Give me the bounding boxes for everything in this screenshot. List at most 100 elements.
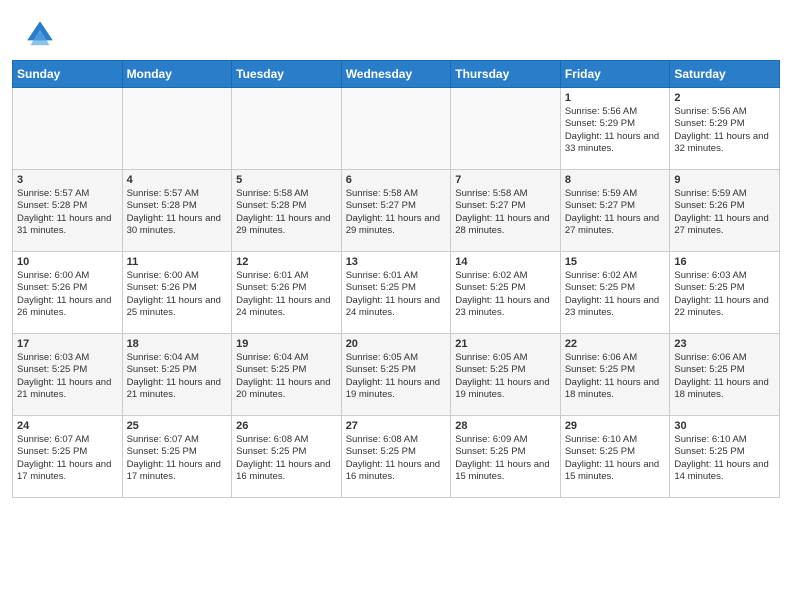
day-number: 4 (127, 174, 228, 186)
day-number: 14 (455, 256, 556, 268)
cell-info: Sunrise: 6:05 AMSunset: 5:25 PMDaylight:… (346, 352, 447, 401)
header (0, 0, 792, 60)
col-monday: Monday (122, 61, 232, 88)
day-number: 2 (674, 92, 775, 104)
calendar-cell: 18Sunrise: 6:04 AMSunset: 5:25 PMDayligh… (122, 334, 232, 416)
calendar-cell: 14 Sunrise: 6:02 AMSunset: 5:25 PMDayligh… (451, 252, 561, 334)
cell-info: Sunrise: 6:04 AMSunset: 5:25 PMDaylight:… (236, 352, 337, 401)
calendar-cell: 4 Sunrise: 5:57 AMSunset: 5:28 PMDaylight… (122, 170, 232, 252)
cell-info: Sunrise: 6:10 AMSunset: 5:25 PMDaylight:… (674, 434, 775, 483)
col-thursday: Thursday (451, 61, 561, 88)
day-number: 10 (17, 256, 118, 268)
calendar-week-row: 1 Sunrise: 5:56 AMSunset: 5:29 PMDaylight… (13, 88, 780, 170)
day-number: 25 (127, 420, 228, 432)
day-number: 26 (236, 420, 337, 432)
calendar-cell: 25 Sunrise: 6:07 AMSunset: 5:25 PMDayligh… (122, 416, 232, 498)
cell-info: Sunrise: 6:03 AMSunset: 5:25 PMDaylight:… (674, 270, 775, 319)
calendar-cell: 3 Sunrise: 5:57 AMSunset: 5:28 PMDaylight… (13, 170, 123, 252)
calendar-cell: 9Sunrise: 5:59 AMSunset: 5:26 PMDaylight… (670, 170, 780, 252)
calendar-cell: 8Sunrise: 5:59 AMSunset: 5:27 PMDaylight… (560, 170, 670, 252)
day-number: 19 (236, 338, 337, 350)
calendar-cell: 13 Sunrise: 6:01 AMSunset: 5:25 PMDayligh… (341, 252, 451, 334)
day-number: 9 (674, 174, 775, 186)
day-number: 16 (674, 256, 775, 268)
day-number: 8 (565, 174, 666, 186)
cell-info: Sunrise: 5:58 AMSunset: 5:27 PMDaylight:… (346, 188, 447, 237)
calendar-cell: 15Sunrise: 6:02 AMSunset: 5:25 PMDayligh… (560, 252, 670, 334)
col-friday: Friday (560, 61, 670, 88)
day-number: 3 (17, 174, 118, 186)
cell-info: Sunrise: 6:00 AMSunset: 5:26 PMDaylight:… (17, 270, 118, 319)
cell-info: Sunrise: 6:10 AMSunset: 5:25 PMDaylight:… (565, 434, 666, 483)
cell-info: Sunrise: 6:07 AMSunset: 5:25 PMDaylight:… (127, 434, 228, 483)
cell-info: Sunrise: 6:08 AMSunset: 5:25 PMDaylight:… (346, 434, 447, 483)
cell-info: Sunrise: 5:58 AMSunset: 5:27 PMDaylight:… (455, 188, 556, 237)
day-number: 1 (565, 92, 666, 104)
day-number: 23 (674, 338, 775, 350)
col-sunday: Sunday (13, 61, 123, 88)
calendar-cell: 16 Sunrise: 6:03 AMSunset: 5:25 PMDayligh… (670, 252, 780, 334)
day-number: 13 (346, 256, 447, 268)
calendar-week-row: 17 Sunrise: 6:03 AMSunset: 5:25 PMDayligh… (13, 334, 780, 416)
calendar-cell (341, 88, 451, 170)
calendar: Sunday Monday Tuesday Wednesday Thursday… (0, 60, 792, 612)
day-number: 6 (346, 174, 447, 186)
day-number: 11 (127, 256, 228, 268)
cell-info: Sunrise: 6:08 AMSunset: 5:25 PMDaylight:… (236, 434, 337, 483)
day-number: 22 (565, 338, 666, 350)
cell-info: Sunrise: 6:03 AMSunset: 5:25 PMDaylight:… (17, 352, 118, 401)
calendar-header: Sunday Monday Tuesday Wednesday Thursday… (13, 61, 780, 88)
cell-info: Sunrise: 5:56 AMSunset: 5:29 PMDaylight:… (565, 106, 666, 155)
calendar-cell (122, 88, 232, 170)
calendar-cell: 26 Sunrise: 6:08 AMSunset: 5:25 PMDayligh… (232, 416, 342, 498)
day-number: 29 (565, 420, 666, 432)
calendar-cell (13, 88, 123, 170)
cell-info: Sunrise: 6:01 AMSunset: 5:25 PMDaylight:… (346, 270, 447, 319)
calendar-week-row: 3 Sunrise: 5:57 AMSunset: 5:28 PMDaylight… (13, 170, 780, 252)
day-number: 20 (346, 338, 447, 350)
calendar-cell: 29 Sunrise: 6:10 AMSunset: 5:25 PMDayligh… (560, 416, 670, 498)
calendar-cell: 24Sunrise: 6:07 AMSunset: 5:25 PMDayligh… (13, 416, 123, 498)
calendar-cell: 2 Sunrise: 5:56 AMSunset: 5:29 PMDaylight… (670, 88, 780, 170)
cell-info: Sunrise: 5:57 AMSunset: 5:28 PMDaylight:… (17, 188, 118, 237)
cell-info: Sunrise: 6:07 AMSunset: 5:25 PMDaylight:… (17, 434, 118, 483)
day-number: 30 (674, 420, 775, 432)
calendar-cell (232, 88, 342, 170)
cell-info: Sunrise: 6:06 AMSunset: 5:25 PMDaylight:… (674, 352, 775, 401)
day-number: 17 (17, 338, 118, 350)
calendar-cell: 6 Sunrise: 5:58 AMSunset: 5:27 PMDaylight… (341, 170, 451, 252)
day-number: 7 (455, 174, 556, 186)
page: Sunday Monday Tuesday Wednesday Thursday… (0, 0, 792, 612)
calendar-cell: 22Sunrise: 6:06 AMSunset: 5:25 PMDayligh… (560, 334, 670, 416)
calendar-cell: 20 Sunrise: 6:05 AMSunset: 5:25 PMDayligh… (341, 334, 451, 416)
calendar-cell: 17 Sunrise: 6:03 AMSunset: 5:25 PMDayligh… (13, 334, 123, 416)
calendar-cell: 27 Sunrise: 6:08 AMSunset: 5:25 PMDayligh… (341, 416, 451, 498)
calendar-body: 1 Sunrise: 5:56 AMSunset: 5:29 PMDaylight… (13, 88, 780, 498)
calendar-cell: 7 Sunrise: 5:58 AMSunset: 5:27 PMDaylight… (451, 170, 561, 252)
day-number: 5 (236, 174, 337, 186)
calendar-cell: 1 Sunrise: 5:56 AMSunset: 5:29 PMDaylight… (560, 88, 670, 170)
cell-info: Sunrise: 6:02 AMSunset: 5:25 PMDaylight:… (455, 270, 556, 319)
day-number: 27 (346, 420, 447, 432)
calendar-cell: 28 Sunrise: 6:09 AMSunset: 5:25 PMDayligh… (451, 416, 561, 498)
calendar-table: Sunday Monday Tuesday Wednesday Thursday… (12, 60, 780, 498)
cell-info: Sunrise: 6:02 AMSunset: 5:25 PMDaylight:… (565, 270, 666, 319)
calendar-cell: 19 Sunrise: 6:04 AMSunset: 5:25 PMDayligh… (232, 334, 342, 416)
logo (24, 18, 60, 50)
cell-info: Sunrise: 5:57 AMSunset: 5:28 PMDaylight:… (127, 188, 228, 237)
cell-info: Sunrise: 6:01 AMSunset: 5:26 PMDaylight:… (236, 270, 337, 319)
col-wednesday: Wednesday (341, 61, 451, 88)
cell-info: Sunrise: 6:09 AMSunset: 5:25 PMDaylight:… (455, 434, 556, 483)
day-number: 28 (455, 420, 556, 432)
calendar-week-row: 10 Sunrise: 6:00 AMSunset: 5:26 PMDayligh… (13, 252, 780, 334)
calendar-cell: 12Sunrise: 6:01 AMSunset: 5:26 PMDayligh… (232, 252, 342, 334)
calendar-cell: 5Sunrise: 5:58 AMSunset: 5:28 PMDaylight… (232, 170, 342, 252)
cell-info: Sunrise: 6:00 AMSunset: 5:26 PMDaylight:… (127, 270, 228, 319)
col-tuesday: Tuesday (232, 61, 342, 88)
logo-icon (24, 18, 56, 50)
calendar-cell: 23 Sunrise: 6:06 AMSunset: 5:25 PMDayligh… (670, 334, 780, 416)
cell-info: Sunrise: 5:56 AMSunset: 5:29 PMDaylight:… (674, 106, 775, 155)
calendar-cell (451, 88, 561, 170)
calendar-cell: 21Sunrise: 6:05 AMSunset: 5:25 PMDayligh… (451, 334, 561, 416)
cell-info: Sunrise: 6:05 AMSunset: 5:25 PMDaylight:… (455, 352, 556, 401)
